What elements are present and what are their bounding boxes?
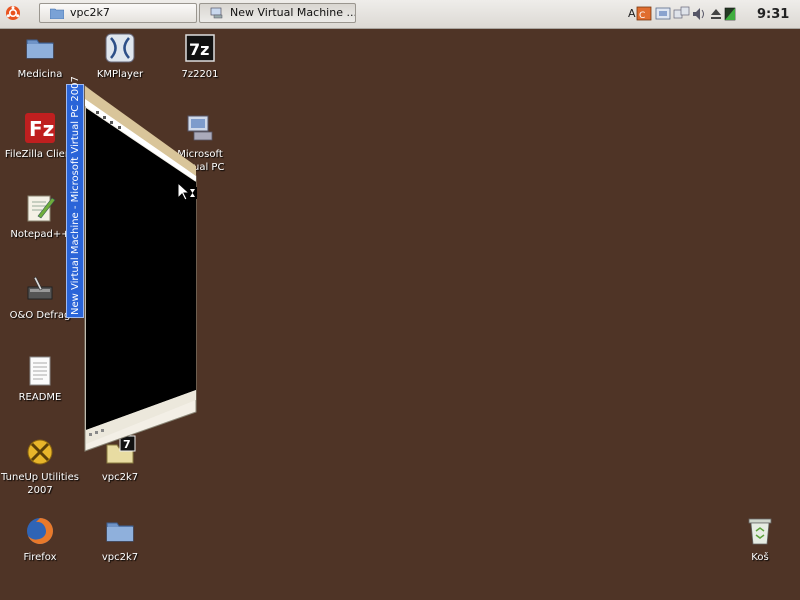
busy-cursor-icon	[177, 182, 197, 201]
virtual-machine-window[interactable]	[0, 0, 800, 600]
vm-window-caption-tab[interactable]: New Virtual Machine - Microsoft Virtual …	[66, 76, 84, 318]
vm-window-title: New Virtual Machine - Microsoft Virtual …	[70, 76, 81, 315]
